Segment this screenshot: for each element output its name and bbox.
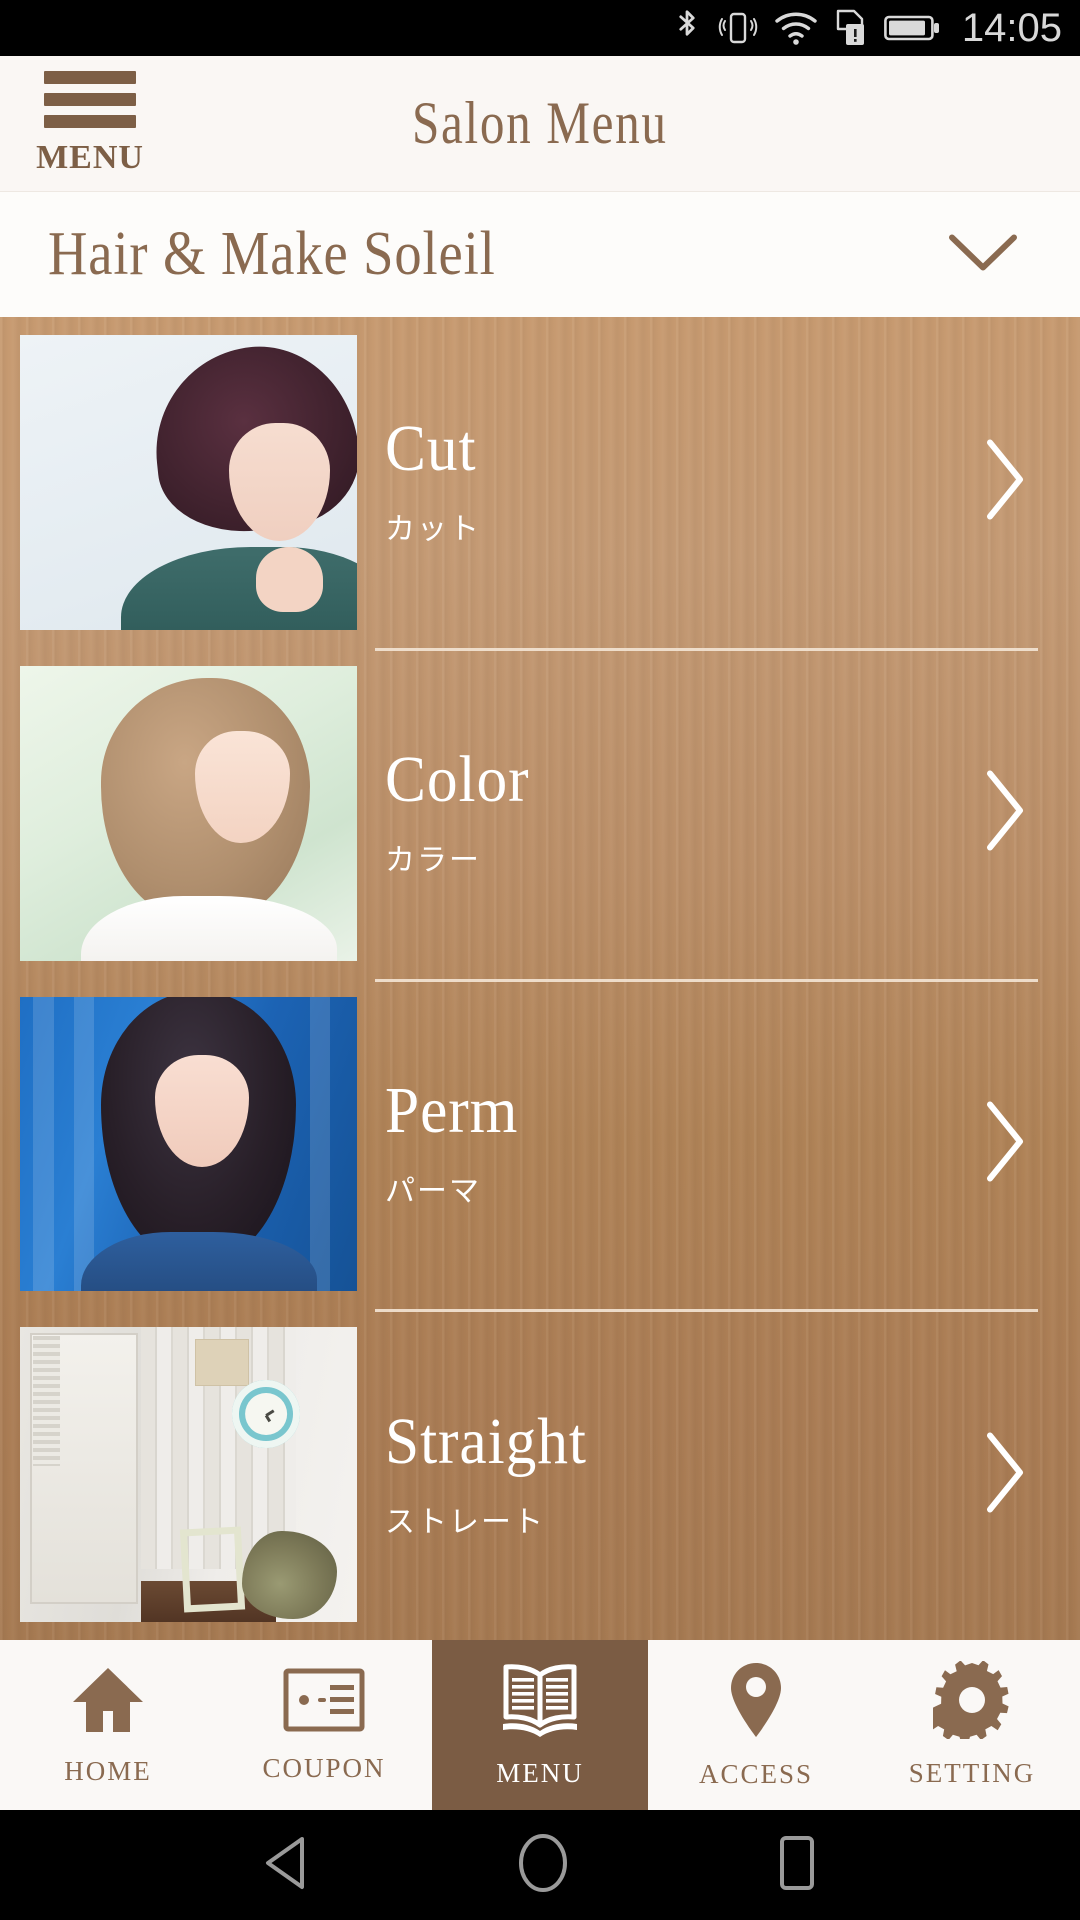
menu-title-jp: カラー [385,843,481,879]
hamburger-menu-button[interactable]: MENU [36,70,143,177]
menu-list: Cut カット Color カラー Perm パーマ Straight ストレー… [0,317,1080,1640]
thumbnail-image-straight [20,1327,357,1622]
menu-title-jp: ストレート [385,1504,545,1540]
chevron-right-icon[interactable] [982,1098,1028,1189]
menu-title-en: Color [385,743,530,817]
tab-menu[interactable]: MENU [432,1640,648,1810]
hamburger-icon-bar [44,92,136,106]
salon-selector[interactable]: Hair & Make Soleil [0,192,1080,317]
status-bar-clock: 14:05 [961,6,1062,50]
tab-label: MENU [496,1758,584,1788]
recents-square-icon[interactable] [772,1832,822,1899]
chevron-right-icon[interactable] [982,437,1028,528]
salon-name: Hair & Make Soleil [48,220,496,288]
tab-label: HOME [64,1756,152,1786]
vibrate-icon [718,8,758,48]
menu-title-en: Straight [385,1404,587,1478]
tab-setting[interactable]: SETTING [864,1640,1080,1810]
back-triangle-icon[interactable] [258,1834,314,1897]
tab-coupon[interactable]: COUPON [216,1640,432,1810]
menu-row-body: Color カラー [357,648,1080,979]
thumbnail-image-cut [20,335,357,630]
chevron-down-icon[interactable] [946,229,1020,280]
status-bar: 14:05 [0,0,1080,56]
menu-thumbnail[interactable] [20,1327,357,1622]
menu-row-cut[interactable]: Cut カット [0,317,1080,648]
tab-home[interactable]: HOME [0,1640,216,1810]
menu-thumbnail[interactable] [20,665,357,961]
chevron-right-icon[interactable] [982,1429,1028,1520]
thumbnail-image-color [20,665,357,961]
menu-title-en: Cut [385,412,477,486]
gear-icon [922,1660,1011,1744]
menu-row-body: Straight ストレート [357,1309,1080,1640]
ticket-icon [282,1666,366,1739]
book-icon [497,1661,583,1744]
battery-icon [883,13,940,43]
tab-access[interactable]: ACCESS [648,1640,864,1810]
menu-title-jp: カット [385,512,481,548]
menu-row-straight[interactable]: Straight ストレート [0,1309,1080,1640]
home-circle-icon[interactable] [514,1832,572,1899]
tab-label: ACCESS [698,1759,814,1789]
page-title: Salon Menu [412,90,668,156]
tab-label: COUPON [262,1753,386,1783]
hamburger-icon-bar [44,70,136,84]
tab-label: SETTING [908,1758,1036,1788]
menu-title-en: Perm [385,1073,519,1147]
menu-title-jp: パーマ [385,1173,481,1209]
menu-row-body: Perm パーマ [357,979,1080,1310]
thumbnail-image-perm [20,996,357,1292]
map-pin-icon [725,1660,787,1745]
menu-row-color[interactable]: Color カラー [0,647,1080,979]
sim-card-alert-icon [834,8,868,48]
menu-row-perm[interactable]: Perm パーマ [0,978,1080,1310]
wifi-icon [774,10,818,46]
home-icon [67,1663,149,1742]
menu-row-body: Cut カット [357,317,1080,648]
bluetooth-icon [672,8,702,48]
app-header: MENU Salon Menu [0,56,1080,192]
android-nav-bar [0,1810,1080,1920]
chevron-right-icon[interactable] [982,768,1028,859]
menu-thumbnail[interactable] [20,996,357,1292]
menu-thumbnail[interactable] [20,335,357,630]
hamburger-menu-label: MENU [36,138,144,176]
bottom-tab-bar: HOME COUPON MENU ACCESS SETTING [0,1640,1080,1810]
hamburger-icon-bar [44,114,136,128]
